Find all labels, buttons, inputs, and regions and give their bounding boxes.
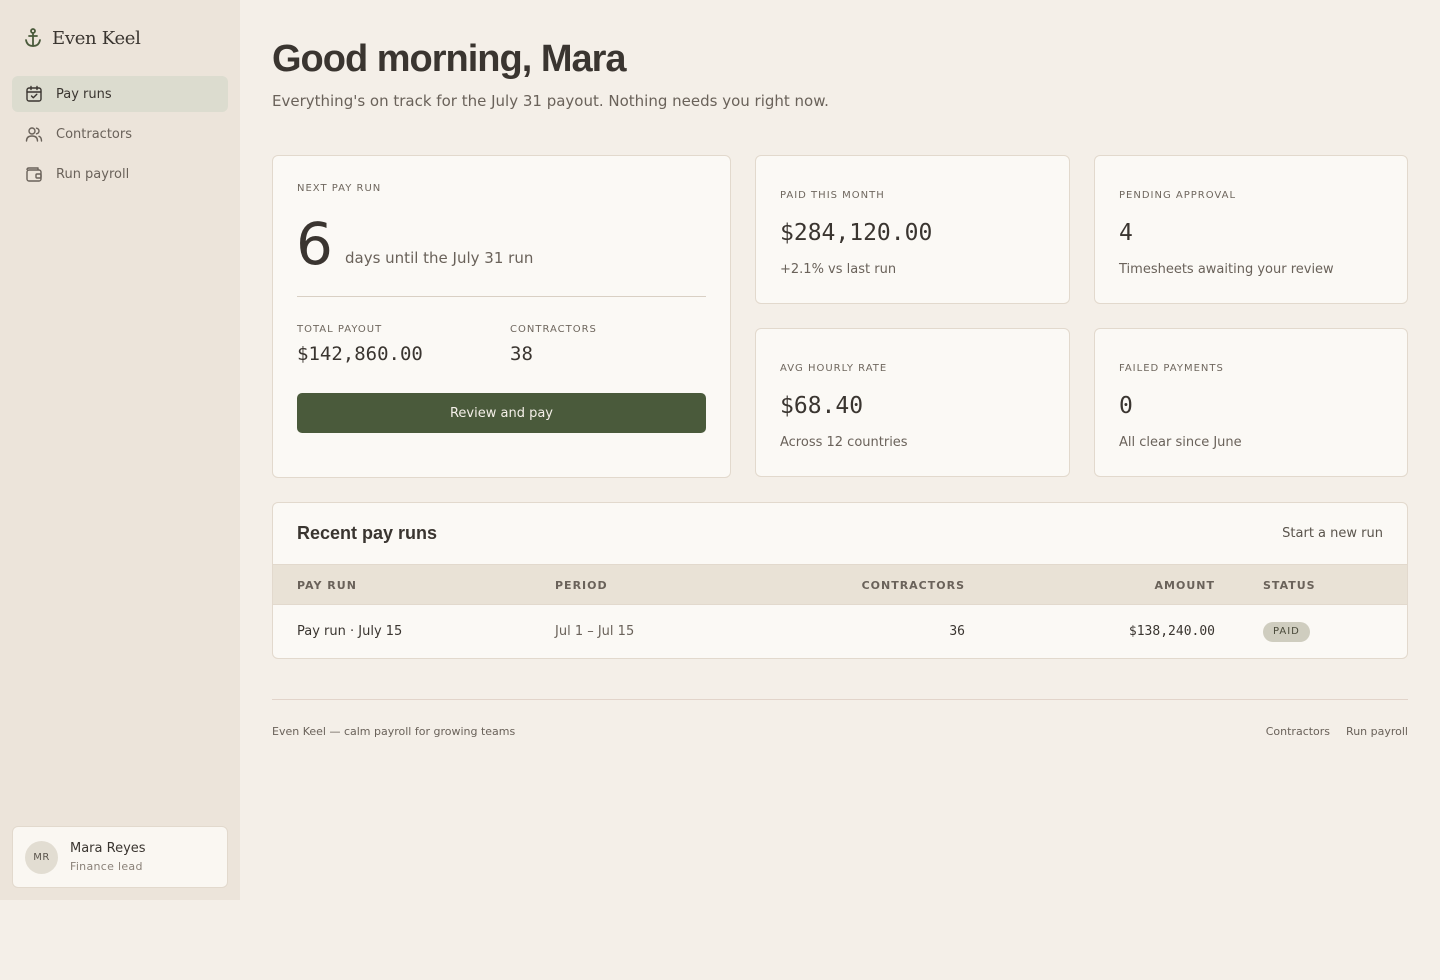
total-payout-value: $142,860.00 (297, 343, 423, 365)
column-header-period[interactable]: PERIOD (555, 579, 608, 592)
recent-pay-runs-title: Recent pay runs (297, 523, 438, 543)
stat-card-pending-approval: PENDING APPROVAL 4 Timesheets awaiting y… (1094, 155, 1408, 304)
total-payout-label: TOTAL PAYOUT (297, 324, 383, 335)
stat-value: 4 (1119, 220, 1133, 246)
sidebar: Even Keel Pay runs Contractors Run payro… (0, 0, 240, 900)
column-header-status[interactable]: STATUS (1263, 579, 1316, 592)
pay-run-contractors: 36 (949, 624, 965, 639)
next-pay-run-label: NEXT PAY RUN (297, 183, 382, 194)
avatar: MR (25, 840, 58, 874)
contractors-label: CONTRACTORS (510, 324, 597, 335)
wallet-icon (24, 164, 44, 184)
column-header-contractors[interactable]: CONTRACTORS (862, 579, 965, 592)
stat-note: Across 12 countries (780, 435, 908, 450)
sidebar-item-label: Contractors (56, 126, 132, 142)
pay-run-name: Pay run · July 15 (297, 624, 403, 639)
user-info: Mara Reyes Finance lead (70, 841, 146, 873)
review-and-pay-button[interactable]: Review and pay (297, 393, 706, 433)
sidebar-item-contractors[interactable]: Contractors (12, 116, 228, 152)
start-new-run-link[interactable]: Start a new run (1282, 526, 1383, 541)
contractors-value: 38 (510, 343, 533, 365)
sidebar-item-label: Run payroll (56, 166, 130, 182)
sidebar-item-label: Pay runs (56, 86, 112, 102)
stat-label: FAILED PAYMENTS (1119, 363, 1224, 374)
divider (297, 296, 706, 297)
status-badge: PAID (1263, 622, 1310, 642)
stat-label: PAID THIS MONTH (780, 190, 885, 201)
sidebar-item-run-payroll[interactable]: Run payroll (12, 156, 228, 192)
stat-note: All clear since June (1119, 435, 1242, 450)
footer-divider (272, 699, 1408, 700)
stat-note: +2.1% vs last run (780, 262, 897, 277)
pay-run-amount: $138,240.00 (1128, 624, 1215, 639)
users-icon (24, 124, 44, 144)
stat-card-paid-this-month: PAID THIS MONTH $284,120.00 +2.1% vs las… (755, 155, 1070, 304)
brand-name: Even Keel (52, 27, 141, 49)
column-header-amount[interactable]: AMOUNT (1155, 579, 1215, 592)
stat-label: AVG HOURLY RATE (780, 363, 888, 374)
user-role: Finance lead (70, 860, 143, 873)
stat-value: $284,120.00 (780, 220, 933, 246)
next-pay-run-card: NEXT PAY RUN 6 days until the July 31 ru… (272, 155, 731, 478)
user-name: Mara Reyes (70, 841, 146, 856)
anchor-icon (24, 27, 44, 49)
stat-label: PENDING APPROVAL (1119, 190, 1237, 201)
sidebar-item-pay-runs[interactable]: Pay runs (12, 76, 228, 112)
user-card[interactable]: MR Mara Reyes Finance lead (12, 826, 228, 888)
stat-value: $68.40 (780, 393, 864, 419)
page-subtitle: Everything's on track for the July 31 pa… (272, 92, 829, 110)
brand[interactable]: Even Keel (24, 26, 141, 50)
recent-pay-runs-card: Recent pay runs Start a new run PAY RUN … (272, 502, 1408, 659)
table-header: PAY RUN PERIOD CONTRACTORS AMOUNT STATUS (273, 564, 1407, 605)
footer-links: Contractors Run payroll (1266, 725, 1408, 738)
footer-link-run-payroll[interactable]: Run payroll (1346, 725, 1408, 738)
calendar-check-icon (24, 84, 44, 104)
column-header-pay-run[interactable]: PAY RUN (297, 579, 357, 592)
page-title: Good morning, Mara (272, 38, 627, 80)
stat-card-failed-payments: FAILED PAYMENTS 0 All clear since June (1094, 328, 1408, 477)
stat-value: 0 (1119, 393, 1133, 419)
footer-tagline: Even Keel — calm payroll for growing tea… (272, 725, 516, 738)
sidebar-nav: Pay runs Contractors Run payroll (12, 76, 228, 196)
pay-run-period: Jul 1 – Jul 15 (555, 624, 635, 639)
footer-link-contractors[interactable]: Contractors (1266, 725, 1330, 738)
contractors-count: CONTRACTORS 38 (510, 324, 597, 365)
stat-card-avg-hourly-rate: AVG HOURLY RATE $68.40 Across 12 countri… (755, 328, 1070, 477)
table-row[interactable]: Pay run · July 15 Jul 1 – Jul 15 36 $138… (273, 605, 1407, 658)
days-count: 6 (296, 210, 333, 278)
days-text: days until the July 31 run (345, 249, 534, 267)
stat-note: Timesheets awaiting your review (1119, 262, 1334, 277)
total-payout: TOTAL PAYOUT $142,860.00 (297, 324, 423, 365)
